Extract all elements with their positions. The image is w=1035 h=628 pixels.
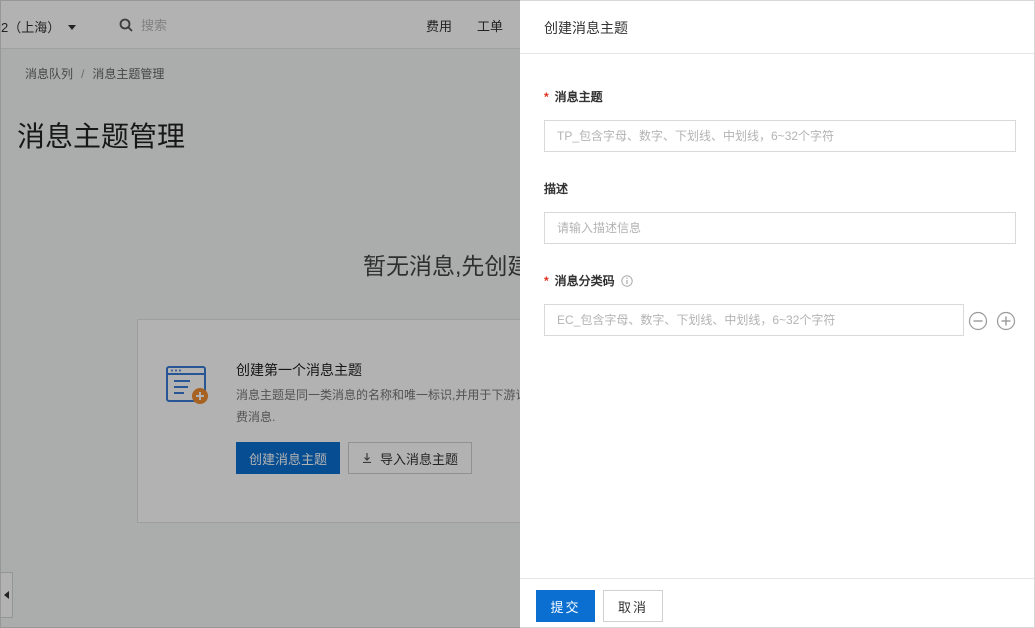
required-mark: * bbox=[544, 89, 549, 104]
drawer-footer: 提交 取消 bbox=[520, 578, 1034, 628]
create-topic-drawer: 创建消息主题 * 消息主题 描述 * 消息分类码 提交 取消 bbox=[520, 0, 1035, 628]
add-code-button[interactable] bbox=[996, 311, 1016, 331]
minus-circle-icon bbox=[968, 311, 988, 331]
category-code-input[interactable] bbox=[544, 304, 964, 336]
cancel-button[interactable]: 取消 bbox=[603, 590, 663, 622]
drawer-title: 创建消息主题 bbox=[544, 20, 628, 36]
modal-overlay[interactable] bbox=[0, 0, 520, 628]
submit-button[interactable]: 提交 bbox=[536, 590, 595, 622]
plus-circle-icon bbox=[996, 311, 1016, 331]
remove-code-button[interactable] bbox=[968, 311, 988, 331]
drawer-header: 创建消息主题 bbox=[520, 1, 1034, 54]
category-code-label-text: 消息分类码 bbox=[554, 274, 615, 288]
description-label: 描述 bbox=[544, 180, 568, 197]
topic-label-text: 消息主题 bbox=[554, 90, 603, 104]
required-mark: * bbox=[544, 273, 549, 288]
topic-input[interactable] bbox=[544, 120, 1016, 152]
info-icon[interactable] bbox=[620, 274, 633, 287]
topic-label: * 消息主题 bbox=[544, 88, 603, 105]
category-code-label: * 消息分类码 bbox=[544, 272, 633, 289]
description-input[interactable] bbox=[544, 212, 1016, 244]
description-label-text: 描述 bbox=[544, 182, 569, 196]
